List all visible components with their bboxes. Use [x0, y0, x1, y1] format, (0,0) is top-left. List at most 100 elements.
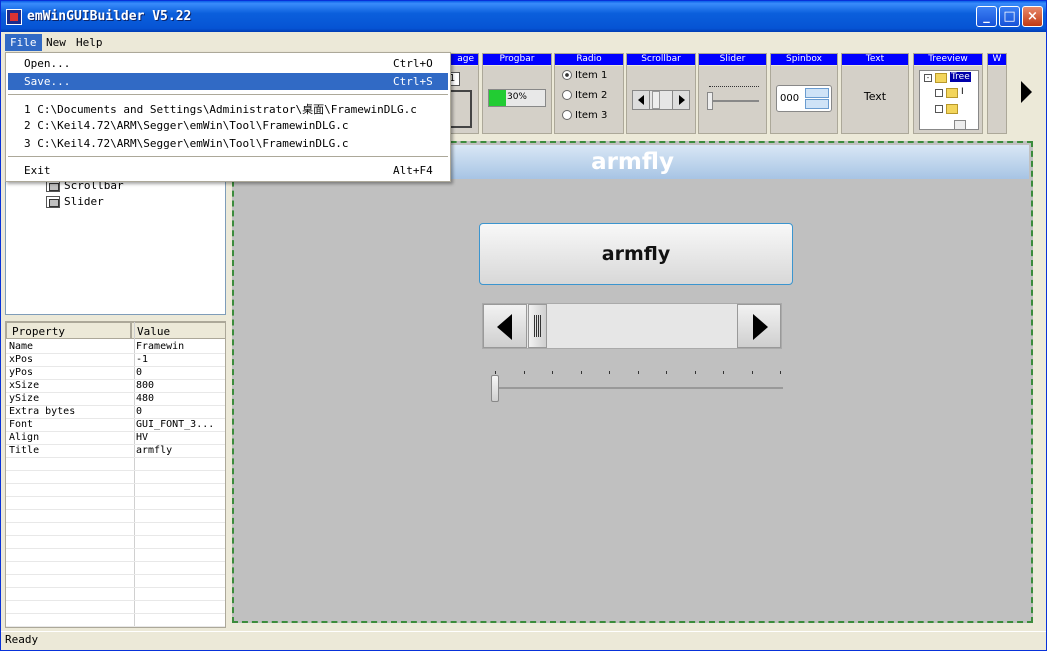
menu-recent-2[interactable]: 2 C:\Keil4.72\ARM\Segger\emWin\Tool\Fram… — [8, 117, 448, 134]
menu-separator — [8, 94, 448, 95]
property-value[interactable]: 800 — [136, 380, 154, 391]
tree-expand-icon — [935, 89, 943, 97]
tree-item-slider[interactable]: Slider — [46, 195, 104, 208]
tool-radio[interactable]: Radio Item 1 Item 2 Item 3 — [554, 53, 624, 134]
maximize-button[interactable]: □ — [999, 6, 1020, 27]
slider-tick — [637, 371, 639, 374]
app-icon — [6, 9, 22, 25]
menu-new[interactable]: New — [41, 34, 71, 51]
property-row-empty — [6, 601, 225, 614]
property-value[interactable]: armfly — [136, 445, 172, 456]
tool-slider-label: Slider — [699, 54, 766, 65]
property-row-empty — [6, 562, 225, 575]
close-button[interactable]: × — [1022, 6, 1043, 27]
menu-help[interactable]: Help — [71, 34, 108, 51]
scroll-thumb — [652, 91, 660, 109]
menu-open[interactable]: Open... Ctrl+O — [8, 55, 448, 72]
property-row[interactable]: Title armfly — [6, 445, 225, 458]
tool-next-partial[interactable]: W — [987, 53, 1007, 134]
status-text: Ready — [5, 633, 39, 646]
arrow-right-icon — [1021, 81, 1032, 103]
scroll-left-icon — [633, 91, 650, 109]
tool-spinbox[interactable]: Spinbox 000 — [770, 53, 838, 134]
tree-collapse-icon: - — [924, 74, 932, 82]
progbar-preview: 30% — [488, 89, 546, 107]
tool-progbar[interactable]: Progbar 30% — [482, 53, 552, 134]
property-row[interactable]: Align HV — [6, 432, 225, 445]
property-row[interactable]: xSize 800 — [6, 380, 225, 393]
properties-panel: Property Value Name Framewin xPos -1 yPos 0 xS… — [5, 321, 226, 628]
property-name: Font — [9, 419, 34, 430]
property-row-empty — [6, 536, 225, 549]
canvas-button[interactable]: armfly — [479, 223, 793, 285]
property-row[interactable]: ySize 480 — [6, 393, 225, 406]
slider-tick — [495, 371, 496, 374]
menu-bar: File New Help — [1, 32, 1046, 52]
spinbox-preview: 000 — [776, 85, 832, 112]
tool-text-label: Text — [842, 54, 908, 65]
arrow-right-icon — [753, 314, 768, 340]
property-value[interactable]: HV — [136, 432, 148, 443]
spin-up-icon — [805, 88, 829, 98]
tool-scrollbar-label: Scrollbar — [627, 54, 695, 65]
slider-ticks — [709, 86, 759, 88]
slider-tick — [780, 371, 781, 374]
property-row[interactable]: Font GUI_FONT_3... — [6, 419, 225, 432]
tool-treeview-label: Treeview — [914, 54, 982, 65]
menu-file[interactable]: File — [5, 34, 42, 51]
property-row[interactable]: Name Framewin — [6, 341, 225, 354]
property-row[interactable]: yPos 0 — [6, 367, 225, 380]
tool-scrollbar[interactable]: Scrollbar — [626, 53, 696, 134]
property-value[interactable]: GUI_FONT_3... — [136, 419, 214, 430]
toolbar-scroll-right-button[interactable] — [1009, 53, 1046, 134]
slider-track[interactable] — [493, 387, 783, 389]
menu-save[interactable]: Save... Ctrl+S — [8, 73, 448, 90]
file-menu-dropdown: Open... Ctrl+O Save... Ctrl+S 1 C:\Docum… — [5, 52, 451, 182]
property-value[interactable]: 480 — [136, 393, 154, 404]
slider-track-preview — [709, 100, 759, 102]
scrollbar-preview — [632, 90, 690, 110]
property-row-empty — [6, 614, 225, 627]
title-bar[interactable]: emWinGUIBuilder V5.22 _ □ × — [1, 1, 1046, 32]
property-name: Name — [9, 341, 34, 352]
property-name: xPos — [9, 354, 34, 365]
slider-tick — [552, 371, 553, 374]
property-name: Title — [9, 445, 40, 456]
header-value[interactable]: Value — [131, 322, 226, 339]
property-value[interactable]: -1 — [136, 354, 148, 365]
property-name: yPos — [9, 367, 34, 378]
property-row[interactable]: Extra bytes 0 — [6, 406, 225, 419]
scroll-right-button[interactable] — [737, 304, 781, 348]
minimize-button[interactable]: _ — [976, 6, 997, 27]
arrow-left-icon — [497, 314, 512, 340]
tool-treeview[interactable]: Treeview - Tree I — [913, 53, 983, 134]
tree-collapse-icon — [935, 105, 943, 113]
slider-thumb-preview — [707, 92, 713, 110]
scroll-left-button[interactable] — [483, 304, 527, 348]
design-canvas[interactable]: armfly armfly — [232, 141, 1033, 623]
property-row[interactable]: xPos -1 — [6, 354, 225, 367]
progbar-value: 30% — [506, 92, 527, 102]
radio-item-2: Item 2 — [562, 90, 607, 101]
file-icon — [954, 120, 966, 129]
header-property[interactable]: Property — [6, 322, 131, 339]
treeview-item: Tree — [950, 72, 971, 82]
property-value[interactable]: 0 — [136, 367, 142, 378]
widget-icon — [46, 196, 60, 208]
menu-recent-3[interactable]: 3 C:\Keil4.72\ARM\Segger\emWin\Tool\Fram… — [8, 135, 448, 152]
menu-separator — [8, 156, 448, 157]
property-row-empty — [6, 484, 225, 497]
property-value[interactable]: Framewin — [136, 341, 184, 352]
menu-recent-1[interactable]: 1 C:\Documents and Settings\Administrato… — [8, 99, 448, 116]
property-row-empty — [6, 458, 225, 471]
property-value[interactable]: 0 — [136, 406, 142, 417]
scroll-thumb[interactable] — [528, 304, 547, 348]
window-title: emWinGUIBuilder V5.22 — [27, 9, 192, 24]
menu-exit[interactable]: Exit Alt+F4 — [8, 162, 448, 179]
slider-thumb[interactable] — [491, 375, 499, 402]
tool-slider[interactable]: Slider — [698, 53, 767, 134]
property-name: xSize — [9, 380, 40, 391]
tool-text[interactable]: Text Text — [841, 53, 909, 134]
canvas-scrollbar[interactable] — [482, 303, 782, 349]
property-row-empty — [6, 549, 225, 562]
